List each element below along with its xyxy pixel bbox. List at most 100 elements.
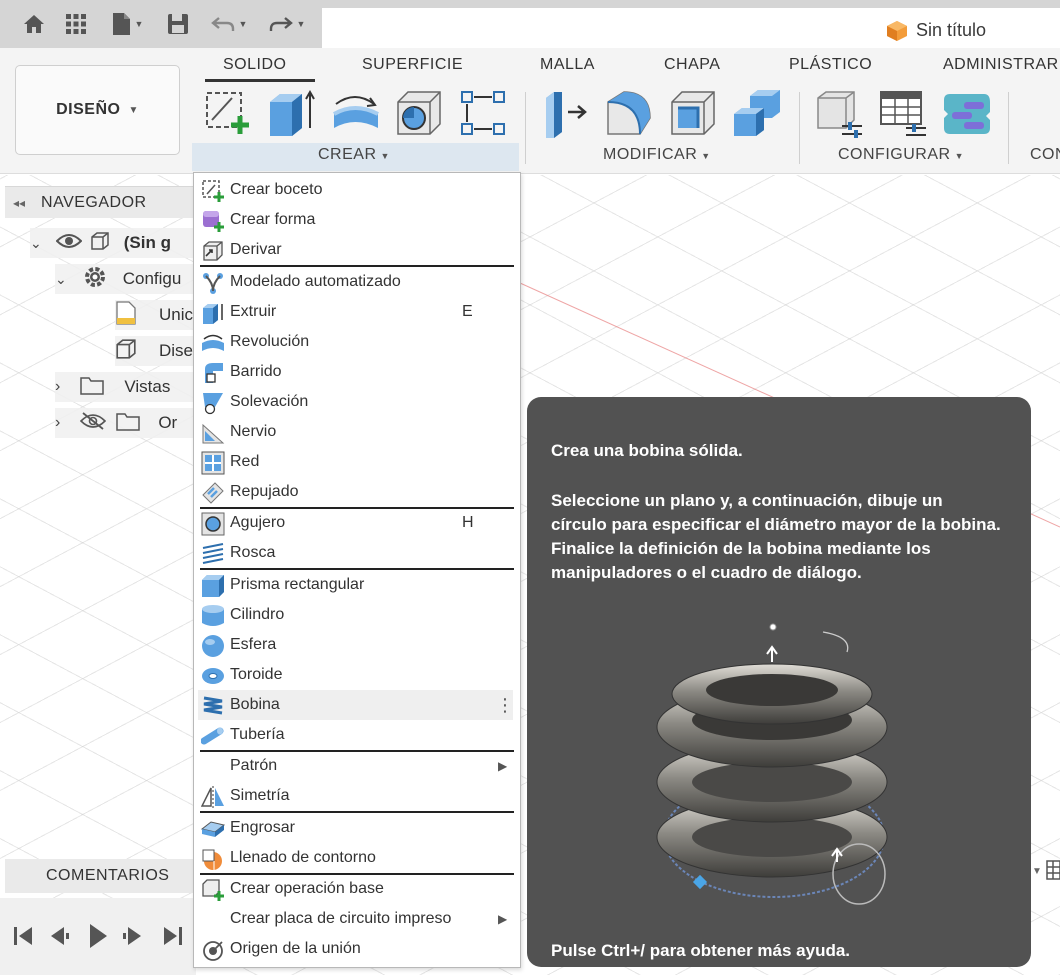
tree-item-units[interactable]: Unic — [115, 300, 195, 330]
tab-malla[interactable]: MALLA — [540, 56, 595, 74]
emboss-icon — [201, 481, 225, 505]
tab-administrar[interactable]: ADMINISTRAR — [943, 56, 1059, 74]
pattern-tool-icon[interactable] — [458, 88, 508, 138]
construir-label: CONS — [1030, 146, 1060, 163]
chevron-down-icon[interactable]: ⌄ — [55, 271, 67, 288]
combine-tool-icon[interactable] — [732, 88, 782, 138]
collapse-icon[interactable]: ◂◂ — [13, 196, 25, 210]
revolve-tool-icon[interactable] — [330, 88, 380, 138]
crear-label: CREAR — [318, 146, 377, 163]
menu-item-toroide[interactable]: Toroide — [194, 660, 520, 690]
next-frame-icon[interactable] — [123, 927, 141, 945]
chevron-right-icon[interactable]: › — [55, 414, 60, 432]
grid-icon[interactable] — [62, 10, 90, 38]
hole-tool-icon[interactable] — [394, 88, 444, 138]
menu-item-esfera[interactable]: Esfera — [194, 630, 520, 660]
comments-panel-header[interactable]: COMENTARIOS — [5, 859, 197, 893]
tree-item-label: Or — [158, 413, 178, 432]
crear-dropdown[interactable]: CREAR ▼ — [318, 146, 390, 164]
fillet-tool-icon[interactable] — [604, 88, 654, 138]
menu-item-barrido[interactable]: Barrido — [194, 357, 520, 387]
chevron-right-icon[interactable]: › — [55, 378, 60, 396]
caret-down-icon[interactable]: ▼ — [1032, 866, 1042, 877]
menu-item-derivar[interactable]: Derivar — [194, 235, 520, 265]
mirror-icon — [200, 785, 225, 809]
tree-item-root[interactable]: ⌄ (Sin g — [30, 228, 195, 258]
menu-item-patron[interactable]: Patrón ▶ — [194, 751, 520, 781]
menu-item-prisma-rectangular[interactable]: Prisma rectangular — [194, 570, 520, 600]
menu-item-label: Solevación — [230, 393, 309, 410]
modificar-label: MODIFICAR — [603, 146, 698, 163]
menu-item-crear-placa-de-circuito-impreso[interactable]: Crear placa de circuito impreso ▶ — [194, 904, 520, 934]
menu-item-engrosar[interactable]: Engrosar — [194, 813, 520, 843]
ribbon-separator — [799, 92, 800, 164]
loft-icon — [201, 391, 225, 415]
eye-icon[interactable] — [55, 233, 83, 254]
menu-item-solevacion[interactable]: Solevación — [194, 387, 520, 417]
menu-item-agujero[interactable]: Agujero H — [194, 508, 520, 538]
play-icon[interactable] — [90, 924, 107, 948]
tab-superficie[interactable]: SUPERFICIE — [362, 56, 463, 74]
shortcut-label: H — [462, 514, 474, 531]
tooltip-title: Crea una bobina sólida. — [551, 441, 743, 460]
tree-item-views[interactable]: › Vistas — [55, 372, 195, 402]
eye-hidden-icon[interactable] — [80, 411, 107, 435]
configure-tool-icon[interactable] — [942, 88, 992, 138]
menu-item-repujado[interactable]: Repujado — [194, 477, 520, 507]
first-frame-icon[interactable] — [14, 927, 32, 945]
grid-settings-icon[interactable] — [1046, 860, 1060, 885]
menu-item-crear-operacion-base[interactable]: Crear operación base — [194, 874, 520, 904]
configurar-dropdown[interactable]: CONFIGURAR ▼ — [838, 146, 964, 164]
undo-icon[interactable]: ▼ — [206, 10, 252, 38]
previous-frame-icon[interactable] — [51, 927, 69, 945]
home-icon[interactable] — [20, 10, 48, 38]
joint-origin-icon — [201, 938, 225, 962]
derive-icon — [201, 239, 225, 263]
shell-tool-icon[interactable] — [668, 88, 718, 138]
modificar-dropdown[interactable]: MODIFICAR ▼ — [603, 146, 711, 164]
menu-item-llenado-de-contorno[interactable]: Llenado de contorno — [194, 843, 520, 873]
menu-item-red[interactable]: Red — [194, 447, 520, 477]
menu-item-simetria[interactable]: Simetría — [194, 781, 520, 811]
press-pull-tool-icon[interactable] — [540, 88, 590, 138]
sphere-icon — [201, 634, 225, 658]
redo-icon[interactable]: ▼ — [264, 10, 310, 38]
menu-item-revolucion[interactable]: Revolución — [194, 327, 520, 357]
generative-icon — [201, 271, 225, 295]
create-sketch-tool-icon[interactable] — [202, 88, 252, 138]
menu-item-crear-boceto[interactable]: Crear boceto — [194, 175, 520, 205]
menu-item-label: Derivar — [230, 241, 282, 258]
extrude-tool-icon[interactable] — [266, 88, 316, 138]
last-frame-icon[interactable] — [164, 927, 182, 945]
menu-item-label: Toroide — [230, 666, 283, 683]
menu-item-crear-forma[interactable]: Crear forma — [194, 205, 520, 235]
menu-item-label: Bobina — [230, 696, 280, 713]
tab-chapa[interactable]: CHAPA — [664, 56, 720, 74]
sketch-icon — [201, 179, 225, 203]
sweep-icon — [201, 361, 225, 385]
tree-item-origin[interactable]: › Or — [55, 408, 195, 438]
menu-item-origen-de-la-union[interactable]: Origen de la unión — [194, 934, 520, 964]
menu-item-label: Crear boceto — [230, 181, 323, 198]
menu-item-extruir[interactable]: Extruir E — [194, 297, 520, 327]
workspace-dropdown[interactable]: DISEÑO ▼ — [15, 65, 180, 155]
file-icon[interactable]: ▼ — [106, 10, 148, 38]
menu-item-cilindro[interactable]: Cilindro — [194, 600, 520, 630]
tab-solido[interactable]: SOLIDO — [223, 56, 286, 74]
menu-item-modelado-automatizado[interactable]: Modelado automatizado — [194, 267, 520, 297]
more-options-icon[interactable]: ⋮ — [496, 696, 514, 714]
tree-item-config[interactable]: ⌄ Configu — [55, 264, 195, 294]
menu-item-bobina[interactable]: Bobina ⋮ — [198, 690, 514, 720]
parameters-table-tool-icon[interactable] — [878, 88, 928, 138]
menu-item-label: Crear placa de circuito impreso — [230, 910, 452, 927]
menu-item-nervio[interactable]: Nervio — [194, 417, 520, 447]
submenu-arrow-icon: ▶ — [498, 759, 508, 773]
tree-item-design[interactable]: Dise — [115, 336, 195, 366]
tab-plastico[interactable]: PLÁSTICO — [789, 56, 872, 74]
save-icon[interactable] — [164, 10, 192, 38]
construir-dropdown[interactable]: CONS — [1030, 146, 1060, 164]
change-parameters-tool-icon[interactable] — [814, 88, 864, 138]
menu-item-tuberia[interactable]: Tubería — [194, 720, 520, 750]
menu-item-rosca[interactable]: Rosca — [194, 538, 520, 568]
chevron-down-icon[interactable]: ⌄ — [30, 235, 42, 252]
